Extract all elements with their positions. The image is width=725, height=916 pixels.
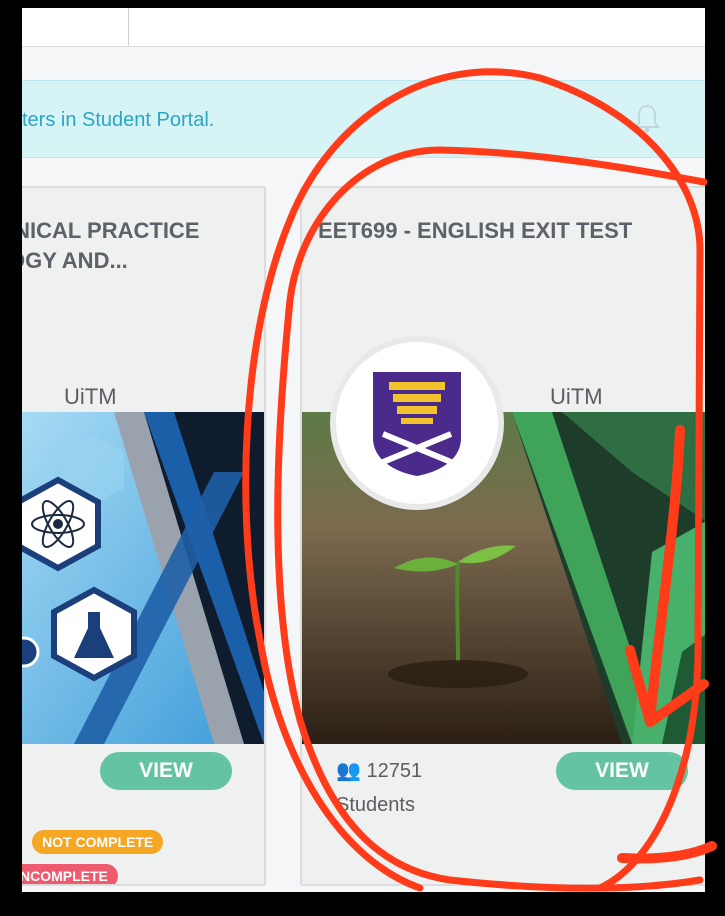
provider-name: UiTM (550, 384, 603, 409)
course-cover-image (22, 412, 264, 744)
top-bar (22, 8, 705, 47)
students-label: Students (336, 794, 415, 816)
app-screen: ters in Student Portal. INICAL PRACTICE … (22, 8, 705, 892)
course-title-line: OGY AND... (22, 248, 128, 273)
uitm-crest-icon (373, 372, 461, 476)
course-title: EET699 - ENGLISH EXIT TEST (318, 218, 633, 243)
provider-name: UiTM (64, 384, 117, 409)
view-button[interactable]: VIEW (100, 752, 232, 790)
status-badge-incomplete: NCOMPLETE (22, 864, 118, 884)
course-card[interactable]: EET699 - ENGLISH EXIT TEST UiTM 👥 12751 … (300, 186, 705, 886)
divider (128, 8, 129, 46)
students-count: 12751 (366, 760, 423, 782)
view-button[interactable]: VIEW (556, 752, 688, 790)
status-badge-not-complete: NOT COMPLETE (32, 830, 164, 854)
course-title-line: INICAL PRACTICE (22, 218, 200, 243)
course-card[interactable]: INICAL PRACTICE OGY AND... (22, 186, 266, 886)
university-logo (330, 336, 504, 510)
info-banner: ters in Student Portal. (22, 80, 705, 158)
students-icon: 👥 (336, 760, 361, 782)
banner-text: ters in Student Portal. (22, 109, 215, 131)
course-title: INICAL PRACTICE OGY AND... (22, 216, 200, 276)
science-cover-art (22, 412, 264, 744)
bell-icon[interactable] (633, 103, 661, 133)
student-count: 👥 12751 Students (336, 754, 422, 822)
